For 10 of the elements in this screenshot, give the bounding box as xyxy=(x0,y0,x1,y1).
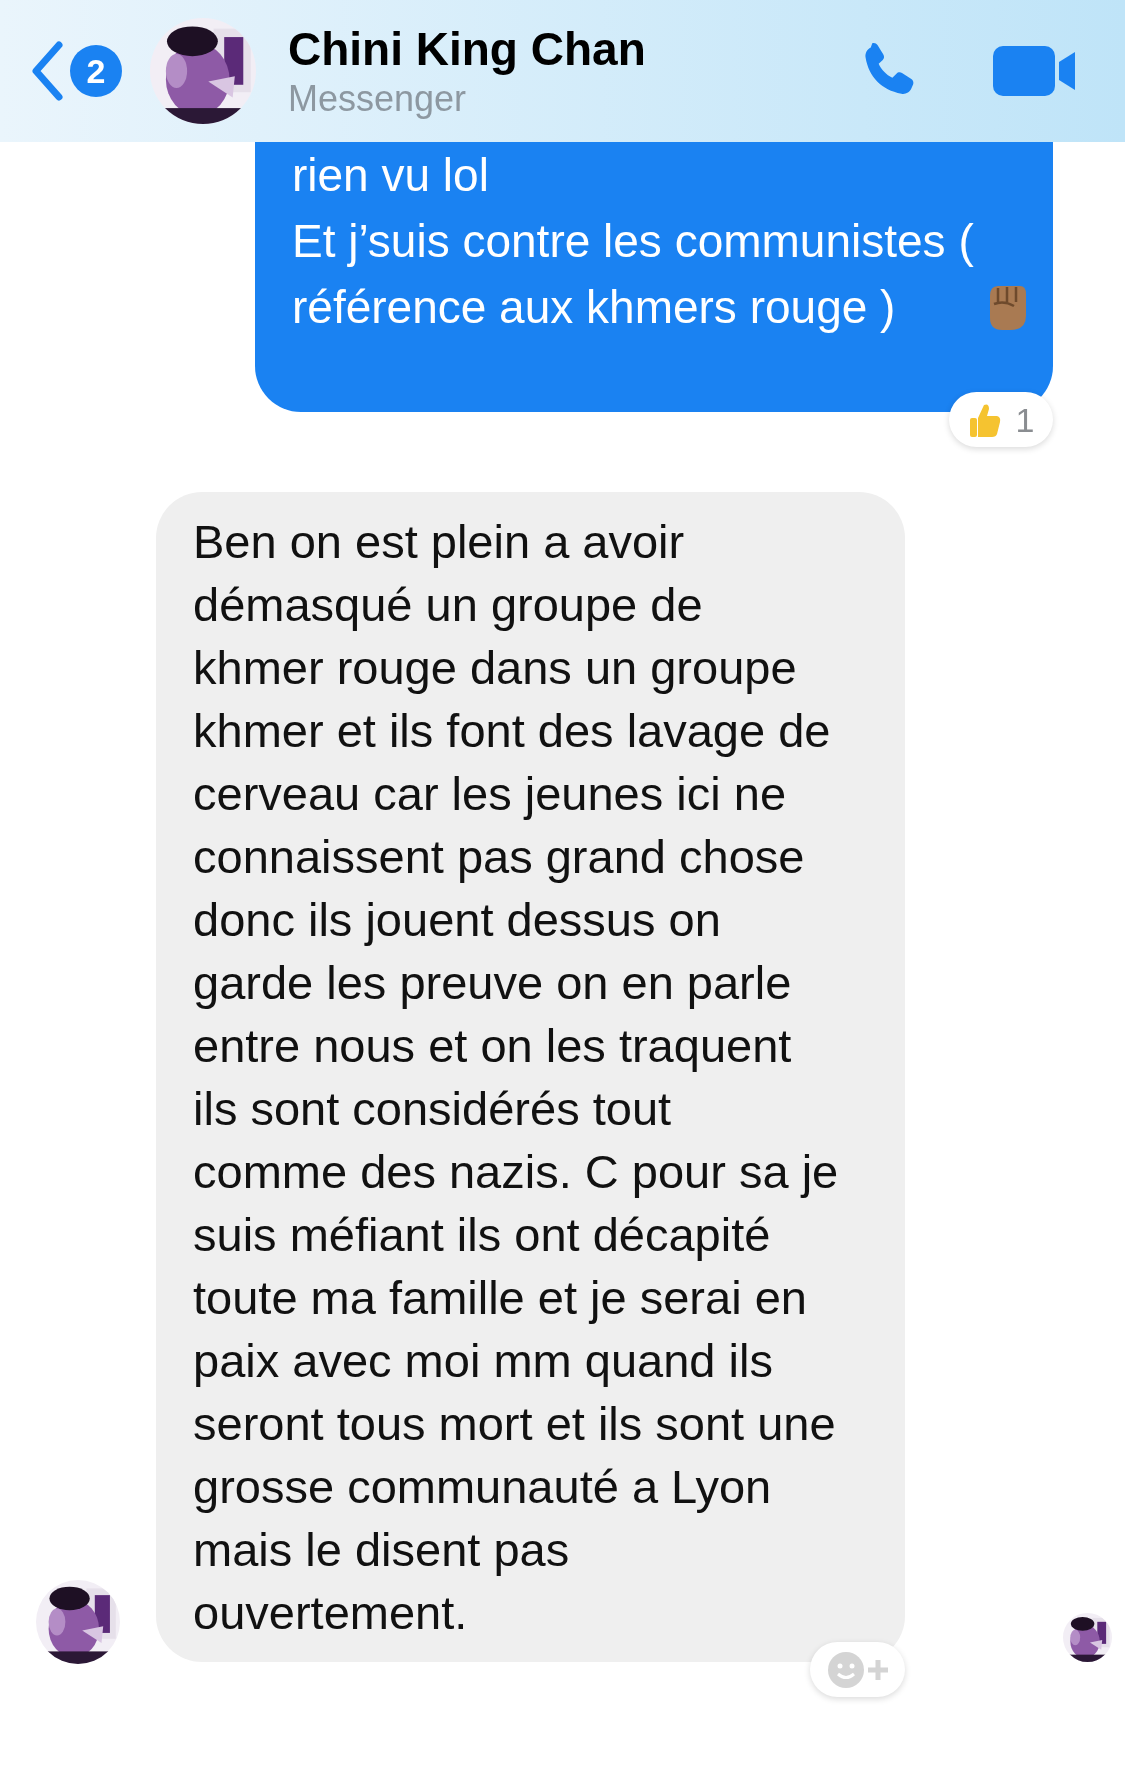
add-reaction-icon xyxy=(825,1649,890,1690)
message-text: Ben on est plein a avoir démasqué un groupe de khmer rouge dans un groupe khmer et ils font des lavage de cerveau car les jeunes ici ne connaissent pas grand chose donc ils jouent dessus on garde les preuve on en parle entre nous et on les traquent ils sont considérés tout comme des nazis. C pour sa je suis méfiant ils ont décapité toute ma famille et je serai en paix avec moi mm quand ils seront tous mort et ils sont une grosse communauté a Lyon mais le disent pas ouvertement. xyxy=(193,514,840,1641)
reaction-count: 1 xyxy=(1015,399,1035,440)
unread-badge: 2 xyxy=(70,45,122,97)
subtitle: Messenger xyxy=(288,77,468,121)
message-text: rien vu lol Et j’suis contre les communistes ( référence aux khmers rouge ) xyxy=(292,148,974,335)
video-camera-icon[interactable] xyxy=(993,44,1077,98)
contact-name: Chini King Chan xyxy=(288,22,647,77)
back-icon[interactable] xyxy=(30,40,64,102)
reaction-badge[interactable]: 1 xyxy=(949,392,1053,447)
